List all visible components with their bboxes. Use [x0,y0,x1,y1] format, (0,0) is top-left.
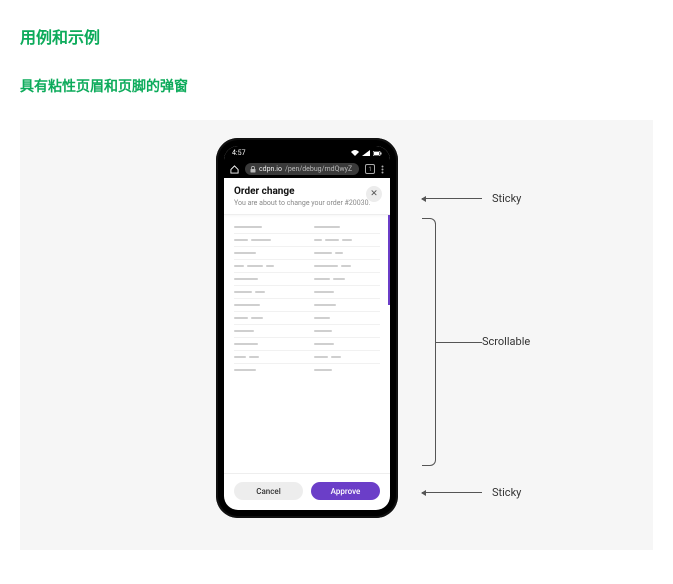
modal-header: Order change You are about to change you… [224,178,390,215]
arrow-icon [422,492,482,493]
battery-icon [373,151,382,156]
wifi-icon [351,150,359,156]
modal-body[interactable] [224,215,390,473]
table-row [234,234,380,247]
table-row [234,351,380,364]
page-container: 用例和示例 具有粘性页眉和页脚的弹窗 4:57 cdpn.io/pen/d [0,0,673,570]
annotation-sticky-top: Sticky [422,192,521,205]
phone-frame: 4:57 cdpn.io/pen/debug/mdQwyZ 1 [216,138,398,518]
status-icons [351,150,382,156]
cancel-button[interactable]: Cancel [234,482,303,500]
table-row [234,325,380,338]
table-row [234,364,380,376]
annotation-bracket [422,218,436,466]
annotation-label: Sticky [492,192,521,205]
annotation-scrollable: Scrollable [482,335,530,348]
modal-title: Order change [234,186,380,197]
url-path: /pen/debug/mdQwyZ [285,165,352,173]
arrow-icon [422,198,482,199]
table-row [234,286,380,299]
table-row [234,312,380,325]
tabs-button[interactable]: 1 [365,164,375,174]
annotation-bracket-line [436,342,482,343]
home-icon[interactable] [230,165,239,174]
lock-icon [250,166,256,173]
url-pill[interactable]: cdpn.io/pen/debug/mdQwyZ [245,163,359,175]
status-bar: 4:57 [224,146,390,160]
modal: Order change You are about to change you… [224,178,390,510]
annotation-sticky-bottom: Sticky [422,486,521,499]
more-icon[interactable] [381,165,384,174]
close-button[interactable]: ✕ [366,186,382,202]
phone-screen: 4:57 cdpn.io/pen/debug/mdQwyZ 1 [224,146,390,510]
table-row [234,338,380,351]
figure: 4:57 cdpn.io/pen/debug/mdQwyZ 1 [20,120,653,550]
approve-button[interactable]: Approve [311,482,380,500]
table-row [234,221,380,234]
heading-1: 用例和示例 [20,24,653,48]
table-row [234,260,380,273]
signal-icon [362,150,370,156]
url-host: cdpn.io [259,165,282,173]
modal-subtitle: You are about to change your order #2003… [234,199,380,208]
address-bar: cdpn.io/pen/debug/mdQwyZ 1 [224,160,390,178]
table-row [234,273,380,286]
scrollbar[interactable] [388,215,390,305]
table-row [234,247,380,260]
modal-footer: Cancel Approve [224,473,390,510]
close-icon: ✕ [370,189,378,199]
heading-2: 具有粘性页眉和页脚的弹窗 [20,76,653,96]
annotation-label: Sticky [492,486,521,499]
status-time: 4:57 [232,149,246,157]
table-row [234,299,380,312]
annotation-label: Scrollable [482,335,530,348]
